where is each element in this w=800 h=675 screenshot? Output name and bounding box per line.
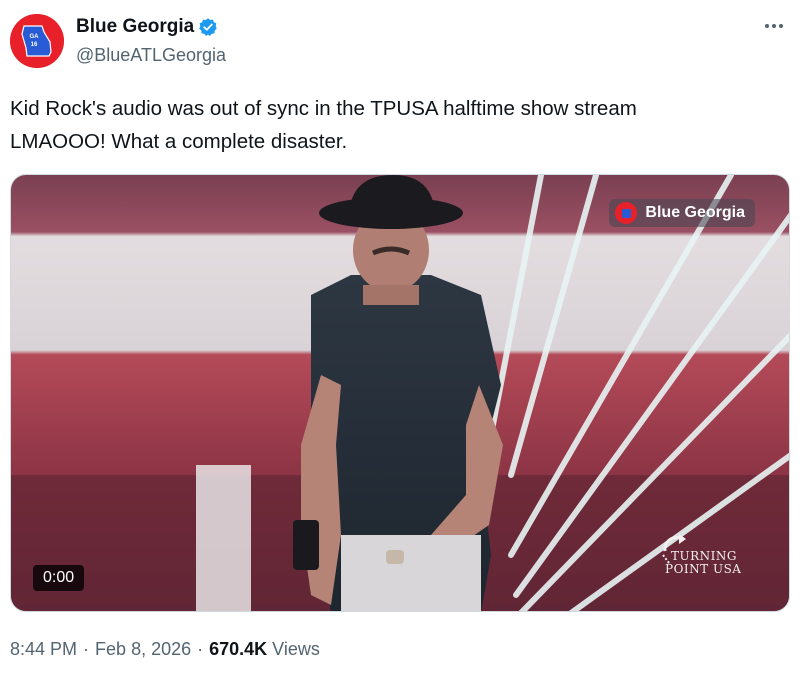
video-time-badge: 0:00 bbox=[33, 565, 85, 591]
georgia-map-icon: GA 16 bbox=[10, 14, 64, 68]
views-count[interactable]: 670.4K bbox=[209, 639, 267, 660]
author-name-row: Blue Georgia bbox=[76, 14, 218, 40]
turning-point-logo: TURNING POINT USA bbox=[655, 529, 745, 579]
tweet-time-link[interactable]: 8:44 PM bbox=[10, 639, 77, 660]
verified-badge-icon[interactable] bbox=[198, 17, 218, 37]
logo-line-1: TURNING bbox=[671, 549, 737, 563]
watermark-label: Blue Georgia bbox=[645, 204, 745, 221]
views-label: Views bbox=[272, 639, 320, 659]
author-display-name[interactable]: Blue Georgia bbox=[76, 16, 194, 38]
logo-line-2: POINT USA bbox=[665, 562, 742, 576]
meta-separator: · bbox=[197, 639, 204, 659]
video-player[interactable]: Blue Georgia TURNING POINT USA 0:00 bbox=[10, 174, 790, 612]
tweet-meta: 8:44 PM · Feb 8, 2026 · 670.4K Views bbox=[10, 639, 320, 660]
author-handle[interactable]: @BlueATLGeorgia bbox=[76, 45, 226, 66]
svg-text:16: 16 bbox=[31, 42, 38, 48]
video-watermark: Blue Georgia bbox=[609, 199, 755, 227]
tweet-text: Kid Rock's audio was out of sync in the … bbox=[10, 92, 770, 158]
svg-text:GA: GA bbox=[30, 34, 40, 40]
tweet-card: GA 16 Blue Georgia @BlueATLGeorgia Kid R… bbox=[0, 0, 800, 675]
georgia-badge-icon bbox=[615, 202, 638, 224]
tweet-date-link[interactable]: Feb 8, 2026 bbox=[95, 639, 191, 660]
author-avatar[interactable]: GA 16 bbox=[10, 14, 64, 68]
tweet-text-line-2: LMAOOO! What a complete disaster. bbox=[10, 130, 348, 153]
more-options-icon[interactable] bbox=[756, 12, 792, 40]
tweet-text-line-1: Kid Rock's audio was out of sync in the … bbox=[10, 97, 637, 120]
meta-separator: · bbox=[83, 639, 90, 659]
